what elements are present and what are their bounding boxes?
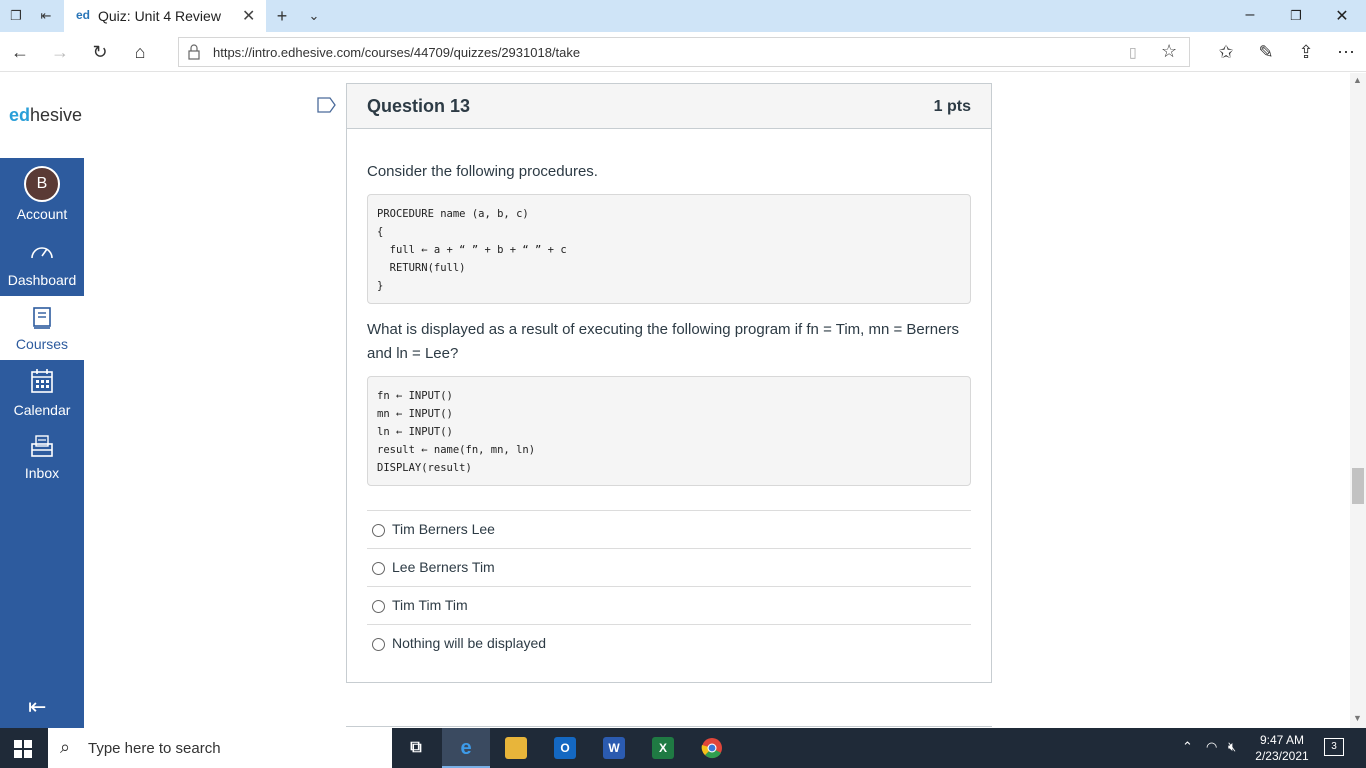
search-icon: ⌕ [60,737,71,757]
taskbar-app-word[interactable]: W [590,728,638,768]
network-icon[interactable]: ◠ [1206,739,1217,755]
answer-text: Tim Berners Lee [392,521,495,537]
home-icon[interactable]: ⌂ [130,42,150,62]
window-close-icon[interactable]: ✕ [1332,6,1352,26]
sidebar-item-label: Inbox [24,465,60,481]
url-text: https://intro.edhesive.com/courses/44709… [213,45,581,60]
answer-radio[interactable] [372,562,385,575]
answer-option[interactable]: Lee Berners Tim [367,548,971,586]
tab-favicon: ed [76,8,91,22]
sidebar-item-label: Dashboard [7,272,77,288]
question-title: Question 13 [367,96,471,116]
word-icon: W [603,737,625,759]
brand-area: edhesive [0,73,84,158]
share-icon[interactable]: ⇪ [1296,42,1316,62]
show-hidden-icons-chevron-icon[interactable]: ⌃ [1182,739,1193,755]
sidebar-item-account[interactable]: B Account [0,158,84,224]
tab-close-icon[interactable]: ✕ [242,6,255,26]
windows-start-icon[interactable] [14,740,32,758]
forward-icon[interactable]: → [50,42,70,62]
flag-question-icon[interactable] [317,97,337,113]
answer-radio[interactable] [372,638,385,651]
search-placeholder: Type here to search [88,740,221,757]
task-view-button[interactable]: ⧉ [392,728,440,768]
sidebar-item-label: Account [16,206,68,222]
question-card: Question 13 1 pts Consider the following… [346,83,992,683]
answer-option[interactable]: Nothing will be displayed [367,624,971,662]
taskbar-app-excel[interactable]: X [639,728,687,768]
action-center-icon[interactable]: 3 [1324,738,1344,756]
clock-time: 9:47 AM [1259,733,1305,747]
calendar-icon [31,369,53,393]
question-prompt-main: What is displayed as a result of executi… [367,321,959,362]
sidebar-item-calendar[interactable]: Calendar [0,360,84,424]
taskbar-search-box[interactable]: ⌕ Type here to search [48,728,392,768]
sidebar-item-courses[interactable]: Courses [0,296,84,360]
code-block-program: fn ← INPUT() mn ← INPUT() ln ← INPUT() r… [367,376,971,486]
answer-radio[interactable] [372,524,385,537]
gauge-icon [31,247,53,259]
page-scrollbar[interactable]: ▲ ▼ [1350,73,1366,728]
system-clock[interactable]: 9:47 AM 2/23/2021 [1252,732,1312,764]
edhesive-logo[interactable]: edhesive [9,105,82,126]
notification-count: 3 [1331,741,1337,752]
outlook-icon: O [554,737,576,759]
taskbar-app-chrome[interactable] [688,728,736,768]
scrollbar-thumb[interactable] [1352,468,1364,504]
edge-browser-icon: e [460,737,472,759]
taskbar-app-outlook[interactable]: O [541,728,589,768]
answer-text: Lee Berners Tim [392,559,495,575]
lock-icon [188,44,200,60]
browser-tab-bar: ❐ ⇤ ed Quiz: Unit 4 Review ✕ + ⌄ – ❐ ✕ [0,0,1366,32]
scroll-up-icon[interactable]: ▲ [1353,75,1362,85]
chrome-icon [701,738,722,759]
reading-view-icon[interactable]: ▯ [1129,44,1137,61]
sidebar-item-label: Calendar [13,402,71,418]
excel-icon: X [652,737,674,759]
more-icon[interactable]: ⋯ [1336,42,1356,62]
global-nav-sidebar: B Account Dashboard Courses Calendar Inb… [0,158,84,728]
question-header: Question 13 1 pts [347,84,991,129]
code-block-procedure: PROCEDURE name (a, b, c) { full ← a + “ … [367,194,971,304]
answer-option[interactable]: Tim Tim Tim [367,586,971,624]
tab-title: Quiz: Unit 4 Review [98,8,221,24]
answer-list: Tim Berners Lee Lee Berners Tim Tim Tim … [367,510,971,662]
refresh-icon[interactable]: ↻ [90,42,110,62]
answer-text: Tim Tim Tim [392,597,468,613]
inbox-icon [31,435,53,457]
set-aside-tabs-icon[interactable]: ⇤ [38,8,54,24]
restore-icon[interactable]: ❐ [1286,8,1306,24]
sidebar-item-inbox[interactable]: Inbox [0,426,84,490]
favorite-star-icon[interactable]: ☆ [1161,41,1177,62]
book-icon [33,307,51,329]
tab-manager-icon[interactable]: ❐ [8,8,24,24]
browser-nav-bar: ← → ↻ ⌂ https://intro.edhesive.com/cours… [0,32,1366,72]
question-prompt-intro: Consider the following procedures. [367,163,598,180]
file-explorer-icon [505,737,527,759]
tab-list-chevron-icon[interactable]: ⌄ [306,8,322,24]
back-icon[interactable]: ← [10,42,30,62]
avatar: B [24,166,60,202]
answer-radio[interactable] [372,600,385,613]
new-tab-icon[interactable]: + [274,7,290,25]
favorites-icon[interactable]: ✩ [1216,42,1236,62]
answer-option[interactable]: Tim Berners Lee [367,510,971,548]
collapse-nav-icon[interactable]: ⇤ [28,694,46,720]
taskbar-app-explorer[interactable] [492,728,540,768]
question-points: 1 pts [933,98,971,115]
minimize-icon[interactable]: – [1240,6,1260,24]
browser-tab-active[interactable]: ed Quiz: Unit 4 Review ✕ [64,0,266,32]
task-view-icon: ⧉ [410,739,422,756]
volume-muted-icon[interactable]: 🔇︎ [1228,739,1236,755]
scroll-down-icon[interactable]: ▼ [1353,713,1362,723]
answer-text: Nothing will be displayed [392,635,547,651]
pen-icon[interactable]: ✎ [1256,42,1276,62]
address-bar[interactable]: https://intro.edhesive.com/courses/44709… [178,37,1190,67]
windows-taskbar: ⌕ Type here to search ⧉ e O W X ⌃ ◠ 🔇︎ 9… [0,728,1366,768]
clock-date: 2/23/2021 [1255,749,1309,763]
taskbar-app-edge[interactable]: e [442,728,490,768]
sidebar-item-dashboard[interactable]: Dashboard [0,232,84,296]
sidebar-item-label: Courses [15,336,69,352]
